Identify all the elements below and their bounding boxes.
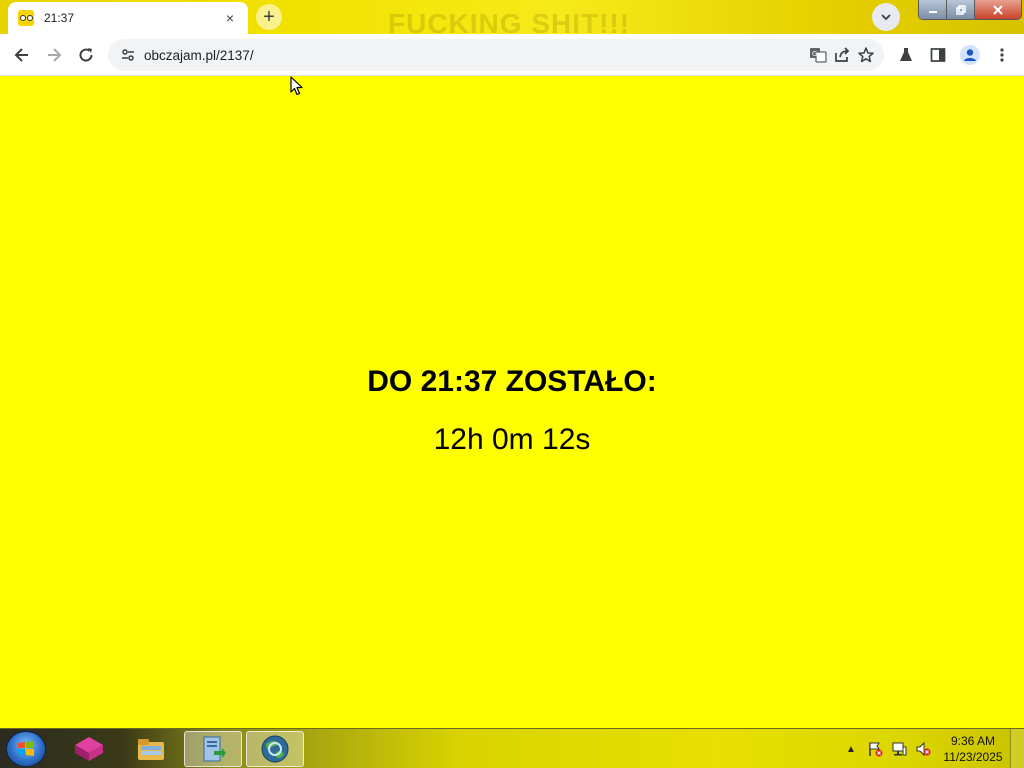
- tab-title: 21:37: [44, 11, 75, 25]
- browser-toolbar: obczajam.pl/2137/ G: [0, 34, 1024, 76]
- tray-network[interactable]: [890, 741, 908, 757]
- star-icon: [858, 47, 874, 63]
- background-banner-text: FUCKING SHIT!!!: [388, 8, 631, 34]
- bookmark-button[interactable]: [856, 45, 876, 65]
- taskbar-app-cube[interactable]: [60, 731, 118, 767]
- taskbar-file-explorer[interactable]: [122, 731, 180, 767]
- chevron-down-icon: [881, 14, 891, 21]
- restore-icon: [955, 4, 966, 15]
- side-panel-icon: [930, 48, 946, 62]
- clock-date: 11/23/2025: [943, 750, 1003, 764]
- forward-arrow-icon: [48, 48, 62, 62]
- countdown-timer: 12h 0m 12s: [433, 423, 591, 456]
- folder-icon: [138, 739, 164, 760]
- show-desktop-button[interactable]: [1010, 729, 1024, 768]
- close-window-button[interactable]: [975, 0, 1021, 19]
- side-panel-button[interactable]: [924, 41, 952, 69]
- labs-flask-icon: [900, 48, 912, 61]
- labs-button[interactable]: [892, 41, 920, 69]
- browser-globe-icon: [261, 735, 289, 763]
- profile-icon: [960, 45, 980, 65]
- tray-action-center[interactable]: [866, 741, 884, 757]
- taskbar-clock[interactable]: 9:36 AM 11/23/2025: [938, 733, 1008, 765]
- new-tab-button[interactable]: +: [256, 4, 282, 30]
- tab-active[interactable]: 21:37 ×: [8, 2, 248, 34]
- restore-button[interactable]: [947, 0, 975, 19]
- tab-strip: FUCKING SHIT!!! 21:37 × +: [0, 0, 1024, 34]
- close-icon: [993, 4, 1003, 15]
- reload-button[interactable]: [72, 41, 100, 69]
- clock-time: 9:36 AM: [950, 734, 996, 748]
- tab-search-button[interactable]: [872, 3, 900, 31]
- tray-expand-button[interactable]: ▲: [842, 741, 860, 757]
- minimize-button[interactable]: [919, 0, 947, 19]
- share-button[interactable]: [832, 45, 852, 65]
- start-button[interactable]: [6, 731, 46, 767]
- forward-button[interactable]: [40, 41, 68, 69]
- minimize-icon: [928, 10, 937, 13]
- windows-start-icon: [18, 741, 34, 756]
- document-arrow-icon: [203, 736, 226, 762]
- tab-close-button[interactable]: ×: [222, 10, 238, 26]
- taskbar: ▲ 9:36 AM 11/23/2025: [0, 728, 1024, 768]
- page-content: DO 21:37 ZOSTAŁO: 12h 0m 12s: [0, 77, 1024, 728]
- countdown-heading: DO 21:37 ZOSTAŁO:: [367, 365, 657, 398]
- back-arrow-icon: [14, 48, 28, 62]
- mouse-cursor-icon: [290, 76, 303, 96]
- more-vert-icon: [1000, 48, 1004, 62]
- network-icon: [892, 742, 907, 756]
- site-settings-icon: [122, 49, 134, 61]
- svg-text:G: G: [812, 50, 817, 58]
- back-button[interactable]: [8, 41, 36, 69]
- translate-icon: G: [810, 48, 827, 63]
- tray-volume[interactable]: [914, 741, 932, 757]
- app-cube-icon: [75, 737, 103, 761]
- taskbar-browser[interactable]: [246, 731, 304, 767]
- menu-button[interactable]: [988, 41, 1016, 69]
- flag-icon: [869, 742, 883, 757]
- profile-button[interactable]: [956, 41, 984, 69]
- translate-button[interactable]: G: [808, 45, 828, 65]
- site-favicon: [18, 10, 34, 26]
- share-icon: [835, 47, 850, 62]
- window-controls: [918, 0, 1022, 20]
- address-bar[interactable]: obczajam.pl/2137/ G: [108, 39, 884, 71]
- reload-icon: [79, 48, 93, 62]
- url-text: obczajam.pl/2137/: [144, 47, 254, 63]
- volume-muted-icon: [916, 741, 931, 757]
- taskbar-explorer-window[interactable]: [184, 731, 242, 767]
